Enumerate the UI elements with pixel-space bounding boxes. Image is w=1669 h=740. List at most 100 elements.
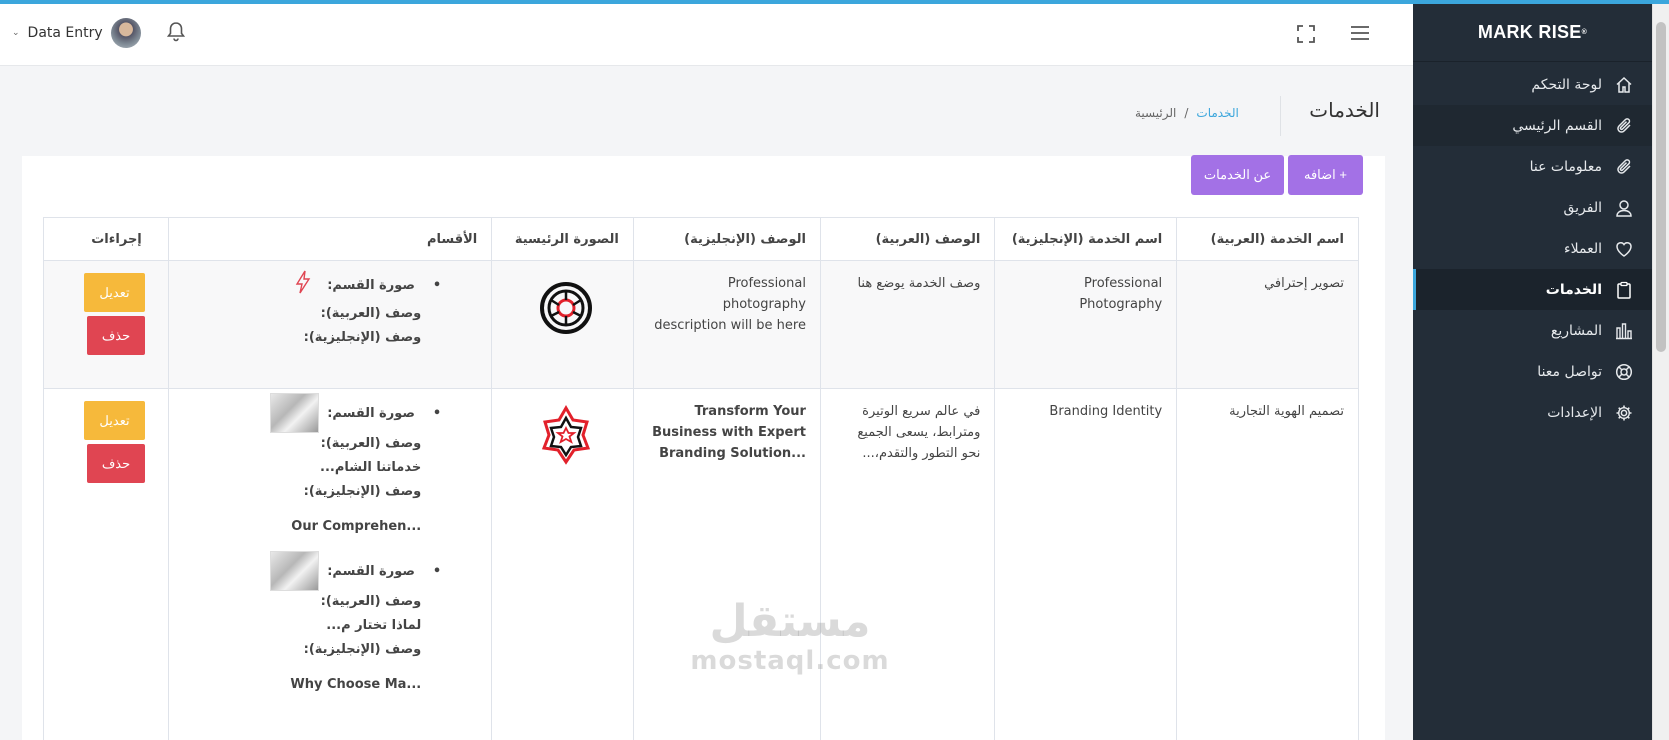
title-divider (1280, 96, 1281, 136)
delete-button[interactable]: حذف (87, 444, 145, 483)
fullscreen-icon[interactable] (1297, 25, 1315, 47)
sidebar-item-settings[interactable]: الإعدادات (1413, 392, 1652, 433)
column-header: الصورة الرئيسية (491, 217, 634, 261)
category-desc-ar-label: وصف (العربية): (320, 436, 422, 451)
sidebar-item-about[interactable]: معلومات عنا (1413, 146, 1652, 187)
sidebar-item-services[interactable]: الخدمات (1413, 269, 1652, 310)
sidebar-item-projects[interactable]: المشاريع (1413, 310, 1652, 351)
sidebar-item-team[interactable]: الفريق (1413, 187, 1652, 228)
top-accent-line (0, 0, 1669, 4)
category-image-label: صورة القسم: (327, 563, 415, 579)
brand-registered-mark: ® (1581, 29, 1588, 36)
sidebar-item-label: المشاريع (1550, 322, 1602, 339)
category-desc-en-label: وصف (الإنجليزية): (303, 330, 422, 345)
chevron-down-icon: ⌄ (12, 28, 20, 38)
sidebar-nav: لوحة التحكم القسم الرئيسي معلومات عنا ال… (1413, 64, 1652, 433)
actions-cell: تعديل حذف (43, 388, 169, 740)
sidebar-item-main-section[interactable]: القسم الرئيسي (1413, 105, 1652, 146)
service-desc-en: Transform Your Business with Expert Bran… (632, 388, 821, 740)
breadcrumb-current: الرئيسية (1135, 106, 1177, 120)
sidebar-item-label: تواصل معنا (1537, 363, 1602, 380)
categories-cell: صورة القسم: وصف (العربية): خدماتنا الشام… (167, 388, 493, 740)
category-thumbnail (270, 393, 320, 433)
paperclip-icon (1614, 116, 1634, 136)
watermark: مستقل mostaql.com (690, 596, 890, 677)
table-header-row: اسم الخدمة (العربية) اسم الخدمة (الإنجلي… (43, 217, 1359, 261)
breadcrumb: الخدمات / الرئيسية (1135, 106, 1239, 120)
category-image-line: صورة القسم: (183, 393, 441, 433)
sidebar-item-label: الإعدادات (1547, 404, 1602, 421)
category-desc-en-label: وصف (الإنجليزية): (303, 642, 422, 657)
column-header: الوصف (الإنجليزية) (632, 217, 821, 261)
bell-icon[interactable] (166, 21, 186, 47)
categories-cell: صورة القسم: وصف (العربية): وصف (الإنجليز… (167, 260, 493, 389)
page-scrollbar[interactable] (1652, 4, 1669, 740)
column-header: الوصف (العربية) (819, 217, 996, 261)
service-desc-en: Professional photography description wil… (632, 260, 821, 389)
category-desc-ar: خدماتنا الشام... (320, 460, 422, 475)
sidebar-item-label: الفريق (1563, 199, 1602, 216)
brand-name: MARK RISE (1477, 22, 1582, 42)
breadcrumb-link-services[interactable]: الخدمات (1196, 106, 1238, 120)
user-name: Data Entry (27, 25, 103, 41)
column-header: الأقسام (167, 217, 493, 261)
breadcrumb-separator: / (1184, 106, 1189, 120)
service-name-en: Professional Photography (994, 260, 1178, 389)
category-desc-ar-label: وصف (العربية): (320, 594, 422, 609)
service-name-ar: تصوير إحترافي (1176, 260, 1359, 389)
gear-icon (1614, 403, 1634, 423)
user-menu[interactable]: ⌄ Data Entry (12, 18, 141, 48)
page-title: الخدمات (1309, 98, 1380, 122)
table-row: تصوير إحترافي Professional Photography و… (43, 260, 1359, 389)
sidebar-item-dashboard[interactable]: لوحة التحكم (1413, 64, 1652, 105)
column-header: اسم الخدمة (العربية) (1176, 217, 1359, 261)
sidebar-item-label: معلومات عنا (1529, 158, 1602, 175)
brand-logo[interactable]: MARK RISE ® (1413, 4, 1652, 62)
delete-button[interactable]: حذف (87, 316, 145, 355)
watermark-latin: mostaql.com (690, 646, 890, 676)
category-desc-en-label: وصف (الإنجليزية): (303, 484, 422, 499)
top-header: ⌄ Data Entry (0, 4, 1413, 66)
category-thumbnail (270, 551, 320, 591)
category-desc-ar: وصف (العربية): (183, 303, 441, 324)
camera-aperture-image (531, 273, 601, 343)
sidebar-item-label: القسم الرئيسي (1512, 117, 1602, 134)
scrollbar-thumb[interactable] (1656, 22, 1666, 352)
add-service-button[interactable]: اضافه + (1288, 155, 1363, 195)
paperclip-icon (1614, 157, 1634, 177)
category-image-label: صورة القسم: (327, 405, 415, 421)
edit-button[interactable]: تعديل (84, 401, 145, 440)
category-image-label: صورة القسم: (327, 277, 415, 293)
service-main-image-cell (491, 388, 634, 740)
home-icon (1614, 75, 1634, 95)
category-desc-en: Our Comprehen... (291, 519, 422, 534)
table-row: تصميم الهوية التجارية Branding Identity … (43, 388, 1359, 740)
service-desc-ar: وصف الخدمة يوضع هنا (819, 260, 996, 389)
service-desc-ar: في عالم سريع الوتيرة ومترابط، يسعى الجمي… (819, 388, 996, 740)
bar-chart-icon (1614, 321, 1634, 341)
column-header: إجراءات (43, 217, 169, 261)
watermark-arabic: مستقل (709, 596, 871, 647)
sidebar-item-label: العملاء (1564, 240, 1602, 257)
category-desc-ar-label: وصف (العربية): (320, 306, 422, 321)
lightning-icon (295, 270, 311, 301)
sidebar-item-label: الخدمات (1545, 281, 1602, 298)
sidebar-item-contact[interactable]: تواصل معنا (1413, 351, 1652, 392)
avatar[interactable] (110, 18, 141, 48)
sidebar-item-clients[interactable]: العملاء (1413, 228, 1652, 269)
category-desc-en: Why Choose Ma... (290, 677, 422, 692)
star-badge-image (531, 401, 601, 471)
category-image-line: صورة القسم: (183, 270, 441, 297)
support-icon (1614, 362, 1634, 382)
user-icon (1614, 198, 1634, 218)
edit-button[interactable]: تعديل (84, 273, 145, 312)
category-desc-ar: لماذا تختار م... (326, 618, 422, 633)
service-name-en: Branding Identity (994, 388, 1178, 740)
heart-icon (1614, 239, 1634, 259)
clipboard-icon (1614, 280, 1634, 300)
sidebar-item-label: لوحة التحكم (1531, 76, 1602, 93)
column-header: اسم الخدمة (الإنجليزية) (994, 217, 1178, 261)
menu-toggle-icon[interactable] (1350, 25, 1370, 45)
about-services-button[interactable]: عن الخدمات (1191, 155, 1284, 195)
category-image-line: صورة القسم: (183, 551, 441, 591)
